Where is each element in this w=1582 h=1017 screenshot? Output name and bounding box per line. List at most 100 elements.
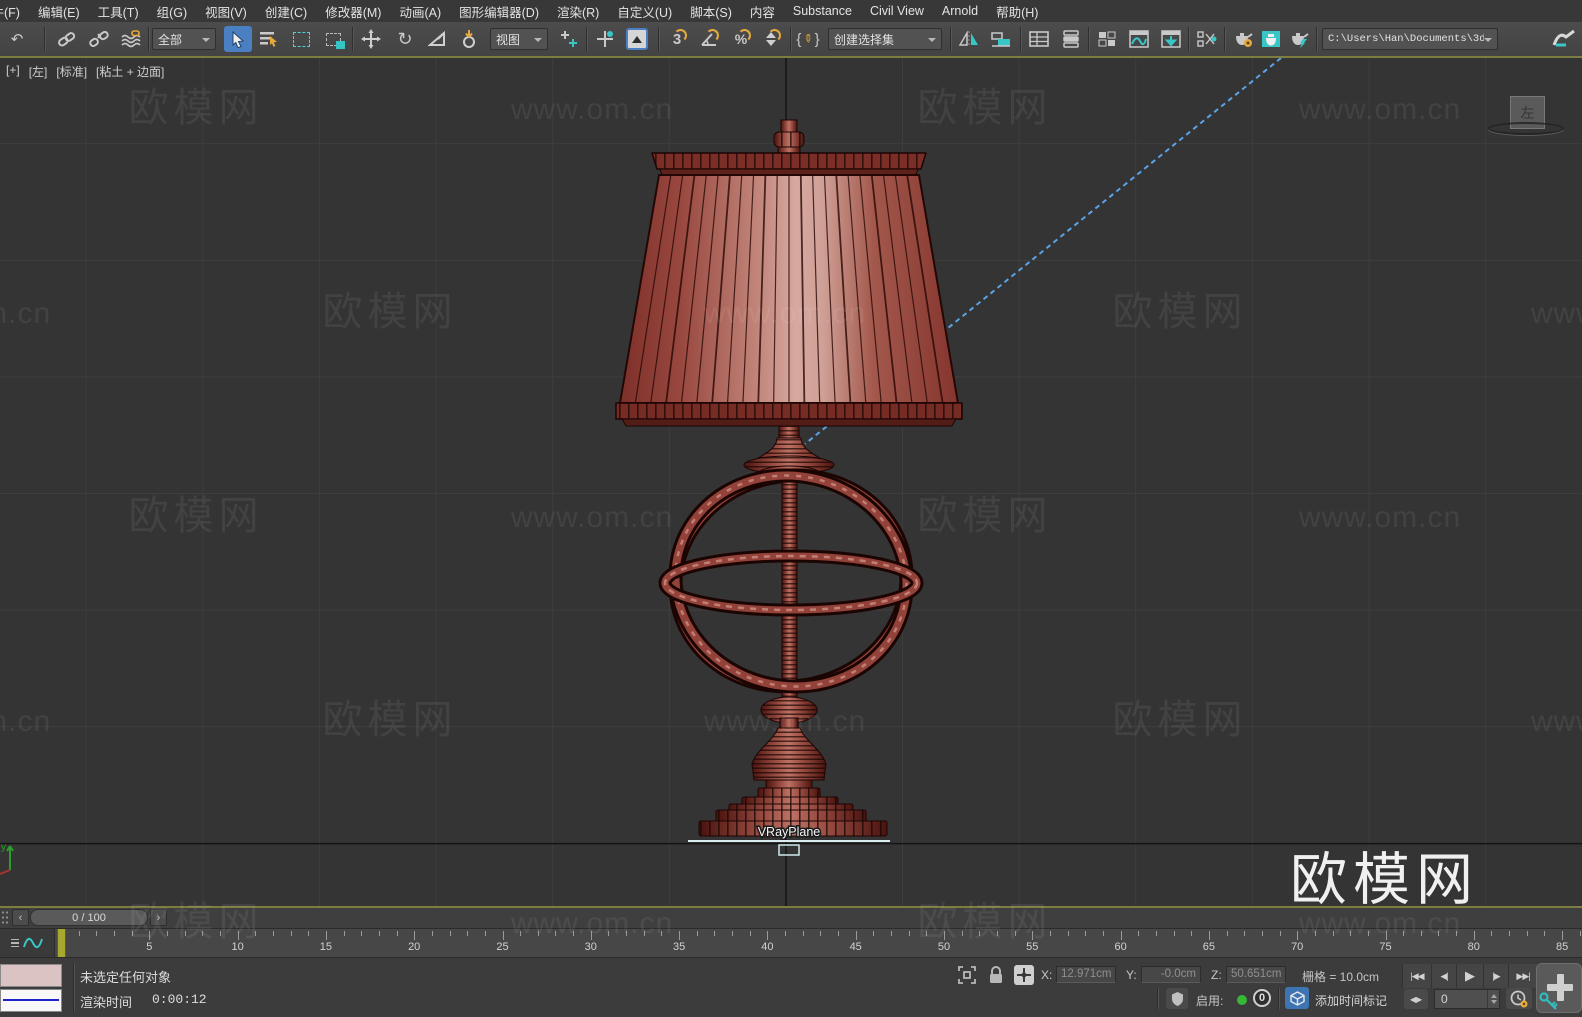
bind-to-spacewarp-icon[interactable] xyxy=(118,26,144,52)
menu-item-5[interactable]: 视图(V) xyxy=(196,2,256,21)
project-folder-dropdown[interactable]: C:\Users\Han\Documents\3ds Max 2022 xyxy=(1322,28,1498,50)
menu-item-14[interactable]: Substance xyxy=(784,4,861,18)
keyboard-shortcut-override-toggle[interactable] xyxy=(622,26,652,52)
play-button[interactable]: ▶ xyxy=(1456,964,1483,988)
snaps-toggle-3d[interactable]: 3 xyxy=(664,26,690,52)
spinner-snap-toggle[interactable] xyxy=(758,26,784,52)
viewport-general-menu[interactable]: [+] xyxy=(6,63,20,80)
zero-counter-badge[interactable]: 0 xyxy=(1253,989,1271,1007)
current-frame-field[interactable]: 0 xyxy=(1434,989,1500,1009)
menu-item-6[interactable]: 创建(C) xyxy=(256,2,316,21)
selection-filter-dropdown[interactable]: 全部 xyxy=(152,28,216,50)
ruler-tick xyxy=(1491,931,1492,936)
ruler-tick-label: 60 xyxy=(1114,941,1126,953)
viewcube[interactable]: 左 xyxy=(1488,90,1572,152)
z-coordinate-field[interactable]: 50.651cm xyxy=(1226,966,1286,983)
select-link-icon[interactable] xyxy=(54,26,80,52)
time-tag-cube-button[interactable] xyxy=(1285,987,1309,1009)
menu-item-1[interactable]: 文件(F) xyxy=(0,2,29,21)
clipped-toolbar-icon[interactable] xyxy=(1552,26,1578,52)
rectangular-selection-region-button[interactable] xyxy=(288,26,314,52)
menu-item-11[interactable]: 自定义(U) xyxy=(608,2,681,21)
adaptive-degradation-toggle[interactable] xyxy=(1166,988,1188,1009)
isolate-selection-toggle[interactable] xyxy=(958,966,976,987)
named-selection-set-value: 创建选择集 xyxy=(834,31,894,48)
track-bar[interactable]: 0510152025303540455055606570758085 xyxy=(0,928,1582,957)
use-center-flyout[interactable] xyxy=(556,26,582,52)
frame-spinner[interactable] xyxy=(1487,990,1497,1008)
select-and-move-button[interactable] xyxy=(358,26,384,52)
go-to-start-button[interactable]: |◀◀ xyxy=(1402,964,1431,988)
schematic-view-button[interactable] xyxy=(1158,26,1184,52)
render-production-button[interactable] xyxy=(1286,26,1312,52)
menu-item-2[interactable]: 编辑(E) xyxy=(29,2,89,21)
viewport-shading-menu[interactable]: [粘土 + 边面] xyxy=(96,63,164,80)
toggle-layer-explorer-button[interactable] xyxy=(1058,26,1084,52)
toggle-scene-explorer-button[interactable] xyxy=(1026,26,1052,52)
menu-item-7[interactable]: 修改器(M) xyxy=(316,2,390,21)
time-slider-drag-handle[interactable] xyxy=(1,910,10,926)
select-and-manipulate-button[interactable] xyxy=(592,26,618,52)
absolute-mode-transform-toggle[interactable] xyxy=(1014,965,1034,985)
window-crossing-toggle[interactable] xyxy=(320,26,346,52)
selection-lock-toggle[interactable] xyxy=(988,966,1004,987)
maxscript-listener-pane[interactable] xyxy=(0,989,62,1012)
menu-item-9[interactable]: 图形编辑器(D) xyxy=(450,2,548,21)
select-and-place-button[interactable] xyxy=(456,26,482,52)
menu-item-16[interactable]: Arnold xyxy=(933,4,987,18)
select-object-button[interactable] xyxy=(224,26,252,52)
vrayplane-gizmo-marker[interactable] xyxy=(779,845,799,855)
material-editor-button[interactable] xyxy=(1194,26,1220,52)
toggle-ribbon-button[interactable] xyxy=(1094,26,1120,52)
x-coordinate-field[interactable]: 12.971cm xyxy=(1056,966,1116,983)
menu-item-17[interactable]: 帮助(H) xyxy=(987,2,1047,21)
rendered-frame-window-button[interactable] xyxy=(1258,26,1284,52)
reference-coordinate-dropdown[interactable]: 视图 xyxy=(490,28,548,50)
viewport-standard-menu[interactable]: [标准] xyxy=(56,63,87,80)
angle-snap-toggle[interactable] xyxy=(696,26,722,52)
select-and-rotate-button[interactable]: ↻ xyxy=(392,26,418,52)
ruler-tick xyxy=(238,931,239,940)
unlink-icon[interactable] xyxy=(86,26,112,52)
menu-item-4[interactable]: 组(G) xyxy=(148,2,197,21)
previous-frame-arrow[interactable]: ‹ xyxy=(12,909,29,926)
time-slider[interactable]: 0 / 100 xyxy=(30,909,148,926)
viewcube-compass-ring[interactable] xyxy=(1488,122,1564,135)
curve-editor-button[interactable] xyxy=(1126,26,1152,52)
mini-curve-editor-button[interactable] xyxy=(0,929,55,957)
menu-item-10[interactable]: 渲染(R) xyxy=(548,2,608,21)
viewport-left[interactable]: VRayPlane [+] [左] [标准] [粘土 + 边面] 欧模网www.… xyxy=(0,58,1582,906)
viewport-canvas[interactable]: VRayPlane xyxy=(0,58,1582,906)
render-setup-button[interactable] xyxy=(1230,26,1256,52)
macro-recorder-pane[interactable] xyxy=(0,964,62,987)
ruler-tick xyxy=(185,931,186,936)
next-frame-arrow[interactable]: › xyxy=(150,909,167,926)
menu-item-15[interactable]: Civil View xyxy=(861,4,933,18)
edit-named-selection-sets-button[interactable]: {✎} xyxy=(796,26,822,52)
next-frame-button[interactable]: |▶ xyxy=(1483,964,1508,988)
select-by-name-button[interactable] xyxy=(256,26,282,52)
y-coordinate-field[interactable]: -0.0cm xyxy=(1141,966,1201,983)
select-and-scale-button[interactable] xyxy=(424,26,450,52)
menu-item-13[interactable]: 内容 xyxy=(741,2,784,21)
previous-frame-button[interactable]: ◀| xyxy=(1431,964,1456,988)
align-button[interactable] xyxy=(988,26,1014,52)
table-lamp-model[interactable] xyxy=(616,120,962,836)
named-selection-set-dropdown[interactable]: 创建选择集 xyxy=(828,28,942,50)
mirror-button[interactable] xyxy=(956,26,982,52)
add-time-tag-label[interactable]: 添加时间标记 xyxy=(1315,992,1387,1009)
add-key-button[interactable] xyxy=(1536,963,1582,1013)
time-slider-row: ‹ 0 / 100 › xyxy=(0,908,1582,928)
key-mode-toggle[interactable]: ◀▶ xyxy=(1404,989,1428,1009)
menu-item-8[interactable]: 动画(A) xyxy=(390,2,450,21)
menu-item-12[interactable]: 脚本(S) xyxy=(681,2,741,21)
ruler-tick xyxy=(1085,931,1086,936)
go-to-end-button[interactable]: ▶▶| xyxy=(1508,964,1537,988)
current-frame-marker[interactable] xyxy=(57,929,66,957)
menu-item-3[interactable]: 工具(T) xyxy=(89,2,148,21)
undo-button[interactable]: ↶ xyxy=(4,26,30,52)
percent-snap-toggle[interactable]: % xyxy=(728,26,754,52)
time-configuration-button[interactable] xyxy=(1506,988,1532,1009)
current-frame-value: 0 xyxy=(1441,992,1448,1006)
viewport-pov-menu[interactable]: [左] xyxy=(29,63,48,80)
